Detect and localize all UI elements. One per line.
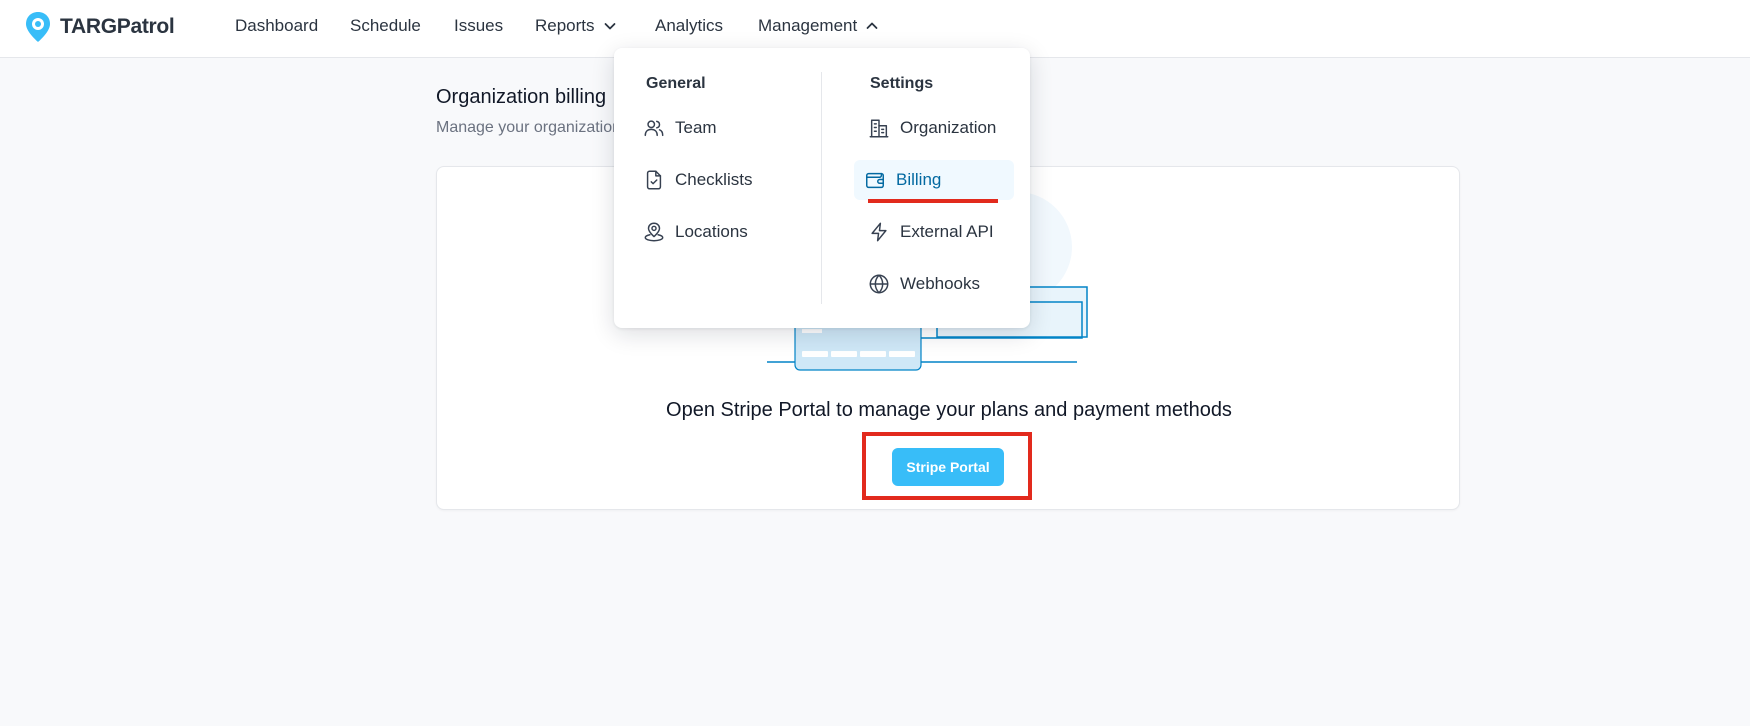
- menu-item-label: Team: [675, 118, 717, 137]
- settings-group-title: Settings: [870, 75, 934, 92]
- app-logo[interactable]: TARGPatrol: [24, 10, 175, 44]
- menu-item-label: Locations: [675, 222, 748, 241]
- nav-label: Reports: [535, 16, 595, 35]
- menu-item-checklists[interactable]: Checklists: [633, 160, 803, 200]
- file-check-icon: [646, 170, 662, 190]
- nav-label: Issues: [454, 16, 504, 35]
- nav-issues[interactable]: Issues: [454, 16, 503, 36]
- nav-management[interactable]: Management: [758, 16, 879, 36]
- stripe-portal-button[interactable]: Stripe Portal: [892, 448, 1004, 486]
- dropdown-divider: [821, 72, 822, 304]
- menu-item-billing[interactable]: Billing: [854, 160, 1014, 200]
- menu-item-label: Webhooks: [900, 274, 981, 293]
- nav-analytics[interactable]: Analytics: [655, 16, 723, 36]
- building-icon: [869, 119, 889, 138]
- nav-label: Analytics: [655, 16, 724, 35]
- chevron-up-icon: [866, 22, 878, 29]
- chevron-down-icon: [604, 23, 615, 30]
- menu-item-webhooks[interactable]: Webhooks: [858, 264, 1018, 304]
- menu-item-label: External API: [900, 222, 994, 241]
- menu-item-team[interactable]: Team: [633, 108, 803, 148]
- menu-item-label: Checklists: [675, 170, 753, 189]
- menu-item-external-api[interactable]: External API: [858, 212, 1018, 252]
- card-heading: Open Stripe Portal to manage your plans …: [666, 399, 1232, 421]
- nav-label: Dashboard: [235, 16, 319, 35]
- page-subtitle: Manage your organization: [436, 119, 622, 136]
- menu-item-label: Billing: [896, 170, 942, 189]
- users-icon: [644, 120, 664, 137]
- management-dropdown: General Team Checklists Locations Settin…: [614, 48, 1030, 328]
- page-title: Organization billing: [436, 86, 607, 108]
- menu-item-label: Organization: [900, 118, 997, 137]
- globe-icon: [869, 274, 889, 294]
- bolt-icon: [871, 222, 887, 242]
- nav-reports[interactable]: Reports: [535, 16, 617, 36]
- billing-annotation-underline: [868, 199, 998, 203]
- menu-item-organization[interactable]: Organization: [858, 108, 1018, 148]
- menu-item-locations[interactable]: Locations: [633, 212, 803, 252]
- map-pin-icon: [644, 222, 664, 242]
- general-group-title: General: [646, 75, 706, 92]
- nav-label: Schedule: [350, 16, 421, 35]
- wallet-icon: [866, 172, 884, 189]
- app-name: TARGPatrol: [60, 15, 175, 38]
- map-pin-logo-icon: [26, 12, 50, 42]
- nav-label: Management: [758, 16, 858, 35]
- nav-schedule[interactable]: Schedule: [350, 16, 421, 36]
- nav-dashboard[interactable]: Dashboard: [235, 16, 318, 36]
